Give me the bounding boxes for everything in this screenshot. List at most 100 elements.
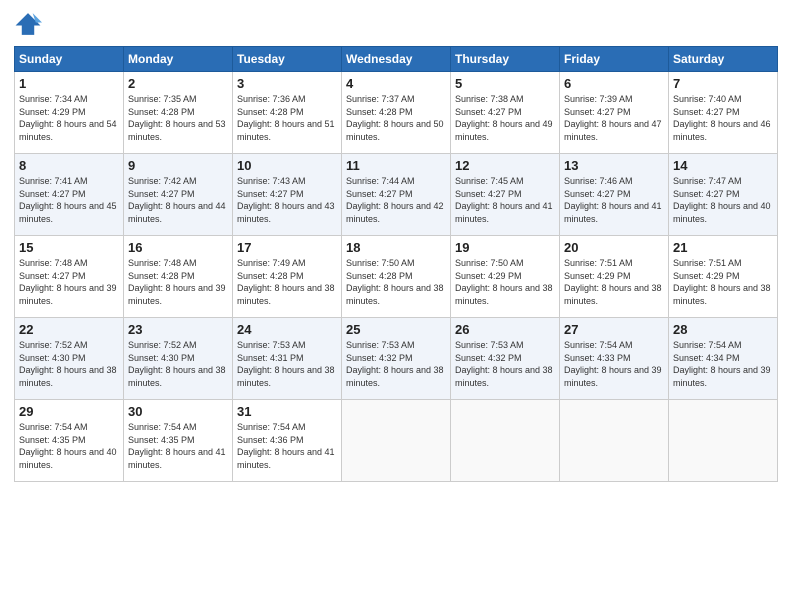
day-detail: Sunrise: 7:54 AMSunset: 4:35 PMDaylight:… (19, 422, 117, 470)
weekday-header-monday: Monday (124, 47, 233, 72)
day-detail: Sunrise: 7:49 AMSunset: 4:28 PMDaylight:… (237, 258, 335, 306)
calendar-week-4: 22 Sunrise: 7:52 AMSunset: 4:30 PMDaylig… (15, 318, 778, 400)
day-detail: Sunrise: 7:51 AMSunset: 4:29 PMDaylight:… (673, 258, 771, 306)
day-number: 27 (564, 322, 664, 337)
day-number: 29 (19, 404, 119, 419)
day-detail: Sunrise: 7:53 AMSunset: 4:31 PMDaylight:… (237, 340, 335, 388)
calendar-cell (560, 400, 669, 482)
calendar-cell: 1 Sunrise: 7:34 AMSunset: 4:29 PMDayligh… (15, 72, 124, 154)
calendar-cell: 13 Sunrise: 7:46 AMSunset: 4:27 PMDaylig… (560, 154, 669, 236)
day-detail: Sunrise: 7:41 AMSunset: 4:27 PMDaylight:… (19, 176, 117, 224)
calendar-cell: 3 Sunrise: 7:36 AMSunset: 4:28 PMDayligh… (233, 72, 342, 154)
day-number: 10 (237, 158, 337, 173)
day-number: 3 (237, 76, 337, 91)
calendar-week-3: 15 Sunrise: 7:48 AMSunset: 4:27 PMDaylig… (15, 236, 778, 318)
day-detail: Sunrise: 7:50 AMSunset: 4:29 PMDaylight:… (455, 258, 553, 306)
day-number: 8 (19, 158, 119, 173)
day-number: 25 (346, 322, 446, 337)
calendar-cell: 22 Sunrise: 7:52 AMSunset: 4:30 PMDaylig… (15, 318, 124, 400)
calendar-cell: 4 Sunrise: 7:37 AMSunset: 4:28 PMDayligh… (342, 72, 451, 154)
day-number: 6 (564, 76, 664, 91)
calendar-container: SundayMondayTuesdayWednesdayThursdayFrid… (0, 0, 792, 612)
calendar-cell: 20 Sunrise: 7:51 AMSunset: 4:29 PMDaylig… (560, 236, 669, 318)
day-detail: Sunrise: 7:34 AMSunset: 4:29 PMDaylight:… (19, 94, 117, 142)
calendar-cell (342, 400, 451, 482)
day-detail: Sunrise: 7:44 AMSunset: 4:27 PMDaylight:… (346, 176, 444, 224)
calendar-cell: 15 Sunrise: 7:48 AMSunset: 4:27 PMDaylig… (15, 236, 124, 318)
day-detail: Sunrise: 7:45 AMSunset: 4:27 PMDaylight:… (455, 176, 553, 224)
day-number: 18 (346, 240, 446, 255)
day-number: 15 (19, 240, 119, 255)
day-number: 28 (673, 322, 773, 337)
calendar-cell: 6 Sunrise: 7:39 AMSunset: 4:27 PMDayligh… (560, 72, 669, 154)
calendar-week-5: 29 Sunrise: 7:54 AMSunset: 4:35 PMDaylig… (15, 400, 778, 482)
calendar-cell (669, 400, 778, 482)
calendar-cell: 18 Sunrise: 7:50 AMSunset: 4:28 PMDaylig… (342, 236, 451, 318)
calendar-cell: 21 Sunrise: 7:51 AMSunset: 4:29 PMDaylig… (669, 236, 778, 318)
day-number: 12 (455, 158, 555, 173)
calendar-table: SundayMondayTuesdayWednesdayThursdayFrid… (14, 46, 778, 482)
day-detail: Sunrise: 7:40 AMSunset: 4:27 PMDaylight:… (673, 94, 771, 142)
day-number: 9 (128, 158, 228, 173)
day-detail: Sunrise: 7:37 AMSunset: 4:28 PMDaylight:… (346, 94, 444, 142)
day-detail: Sunrise: 7:54 AMSunset: 4:35 PMDaylight:… (128, 422, 226, 470)
calendar-cell: 23 Sunrise: 7:52 AMSunset: 4:30 PMDaylig… (124, 318, 233, 400)
day-detail: Sunrise: 7:54 AMSunset: 4:33 PMDaylight:… (564, 340, 662, 388)
weekday-header-thursday: Thursday (451, 47, 560, 72)
calendar-cell: 28 Sunrise: 7:54 AMSunset: 4:34 PMDaylig… (669, 318, 778, 400)
calendar-week-1: 1 Sunrise: 7:34 AMSunset: 4:29 PMDayligh… (15, 72, 778, 154)
day-number: 19 (455, 240, 555, 255)
calendar-cell: 31 Sunrise: 7:54 AMSunset: 4:36 PMDaylig… (233, 400, 342, 482)
calendar-cell: 9 Sunrise: 7:42 AMSunset: 4:27 PMDayligh… (124, 154, 233, 236)
calendar-cell: 16 Sunrise: 7:48 AMSunset: 4:28 PMDaylig… (124, 236, 233, 318)
calendar-cell: 30 Sunrise: 7:54 AMSunset: 4:35 PMDaylig… (124, 400, 233, 482)
day-number: 13 (564, 158, 664, 173)
weekday-header-sunday: Sunday (15, 47, 124, 72)
calendar-cell: 29 Sunrise: 7:54 AMSunset: 4:35 PMDaylig… (15, 400, 124, 482)
day-number: 7 (673, 76, 773, 91)
day-number: 22 (19, 322, 119, 337)
day-detail: Sunrise: 7:42 AMSunset: 4:27 PMDaylight:… (128, 176, 226, 224)
weekday-header-saturday: Saturday (669, 47, 778, 72)
day-number: 5 (455, 76, 555, 91)
calendar-cell (451, 400, 560, 482)
calendar-cell: 7 Sunrise: 7:40 AMSunset: 4:27 PMDayligh… (669, 72, 778, 154)
day-number: 16 (128, 240, 228, 255)
calendar-cell: 25 Sunrise: 7:53 AMSunset: 4:32 PMDaylig… (342, 318, 451, 400)
day-detail: Sunrise: 7:50 AMSunset: 4:28 PMDaylight:… (346, 258, 444, 306)
day-detail: Sunrise: 7:35 AMSunset: 4:28 PMDaylight:… (128, 94, 226, 142)
calendar-cell: 27 Sunrise: 7:54 AMSunset: 4:33 PMDaylig… (560, 318, 669, 400)
day-detail: Sunrise: 7:54 AMSunset: 4:34 PMDaylight:… (673, 340, 771, 388)
day-number: 24 (237, 322, 337, 337)
day-detail: Sunrise: 7:46 AMSunset: 4:27 PMDaylight:… (564, 176, 662, 224)
day-detail: Sunrise: 7:53 AMSunset: 4:32 PMDaylight:… (455, 340, 553, 388)
day-detail: Sunrise: 7:38 AMSunset: 4:27 PMDaylight:… (455, 94, 553, 142)
calendar-cell: 8 Sunrise: 7:41 AMSunset: 4:27 PMDayligh… (15, 154, 124, 236)
day-number: 14 (673, 158, 773, 173)
calendar-week-2: 8 Sunrise: 7:41 AMSunset: 4:27 PMDayligh… (15, 154, 778, 236)
weekday-header-tuesday: Tuesday (233, 47, 342, 72)
calendar-cell: 5 Sunrise: 7:38 AMSunset: 4:27 PMDayligh… (451, 72, 560, 154)
calendar-cell: 2 Sunrise: 7:35 AMSunset: 4:28 PMDayligh… (124, 72, 233, 154)
day-detail: Sunrise: 7:52 AMSunset: 4:30 PMDaylight:… (128, 340, 226, 388)
day-number: 21 (673, 240, 773, 255)
day-detail: Sunrise: 7:48 AMSunset: 4:28 PMDaylight:… (128, 258, 226, 306)
day-detail: Sunrise: 7:43 AMSunset: 4:27 PMDaylight:… (237, 176, 335, 224)
day-number: 26 (455, 322, 555, 337)
day-detail: Sunrise: 7:36 AMSunset: 4:28 PMDaylight:… (237, 94, 335, 142)
calendar-cell: 26 Sunrise: 7:53 AMSunset: 4:32 PMDaylig… (451, 318, 560, 400)
calendar-cell: 17 Sunrise: 7:49 AMSunset: 4:28 PMDaylig… (233, 236, 342, 318)
calendar-cell: 11 Sunrise: 7:44 AMSunset: 4:27 PMDaylig… (342, 154, 451, 236)
weekday-header-friday: Friday (560, 47, 669, 72)
day-number: 23 (128, 322, 228, 337)
day-detail: Sunrise: 7:51 AMSunset: 4:29 PMDaylight:… (564, 258, 662, 306)
day-number: 31 (237, 404, 337, 419)
day-detail: Sunrise: 7:47 AMSunset: 4:27 PMDaylight:… (673, 176, 771, 224)
day-detail: Sunrise: 7:54 AMSunset: 4:36 PMDaylight:… (237, 422, 335, 470)
header (14, 10, 778, 38)
day-number: 2 (128, 76, 228, 91)
calendar-cell: 24 Sunrise: 7:53 AMSunset: 4:31 PMDaylig… (233, 318, 342, 400)
day-number: 11 (346, 158, 446, 173)
day-number: 20 (564, 240, 664, 255)
calendar-cell: 10 Sunrise: 7:43 AMSunset: 4:27 PMDaylig… (233, 154, 342, 236)
